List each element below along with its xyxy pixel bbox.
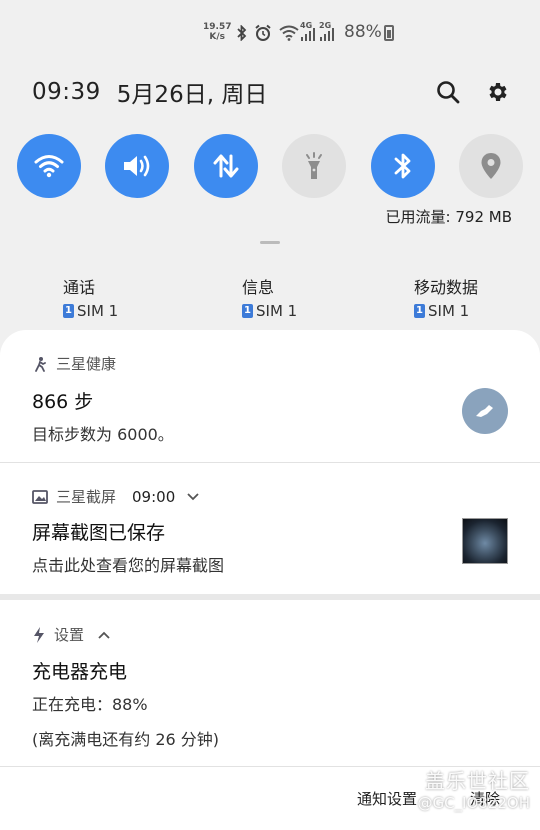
location-pin-icon [481, 153, 501, 179]
notification-title: 866 步 [32, 391, 94, 413]
signal-icon [301, 28, 315, 41]
watermark-line-1: 盖乐世社区 [425, 769, 530, 793]
notification-body: 正在充电：88% [32, 695, 148, 714]
sim-pref-mobile-data[interactable]: 移动数据 1 SIM 1 [414, 274, 478, 320]
quick-panel-header: 09:39 5月26日, 周日 [32, 76, 510, 108]
charging-bolt-icon [34, 626, 44, 643]
header-actions [436, 80, 510, 104]
shoe-icon [462, 388, 508, 434]
notification-body: 目标步数为 6000。 [32, 425, 174, 444]
sim-pref-value: SIM 1 [428, 302, 470, 320]
notification-body-secondary: (离充满电还有约 26 分钟) [32, 730, 220, 749]
sound-toggle[interactable] [105, 134, 170, 198]
sim-pref-value: SIM 1 [256, 302, 298, 320]
notification-panel: 三星健康 866 步 目标步数为 6000。 三星截屏 09:00 屏幕截图已保… [0, 330, 540, 830]
signal-icon-2 [320, 28, 334, 41]
bluetooth-icon [237, 25, 247, 41]
wifi-toggle[interactable] [17, 134, 81, 198]
wifi-icon [34, 155, 64, 178]
image-icon [32, 489, 48, 504]
notification-app-name: 三星截屏 [56, 488, 117, 506]
sim-badge-icon: 1 [63, 304, 74, 318]
notification-app-name: 设置 [54, 626, 85, 644]
chevron-down-icon[interactable] [187, 492, 199, 501]
net-speed: 19.57 K/s [203, 22, 232, 42]
notification-title: 充电器充电 [32, 661, 128, 683]
watermark: 盖乐世社区 @GC_IO822OH [417, 765, 530, 812]
health-runner-icon [35, 356, 46, 372]
notification-settings-button[interactable]: 通知设置 [357, 788, 417, 809]
bluetooth-toggle[interactable] [370, 134, 435, 198]
gear-icon[interactable] [486, 80, 510, 104]
alarm-icon [255, 24, 271, 41]
data-transfer-icon [213, 154, 239, 178]
sim-pref-title: 通话 [63, 278, 96, 297]
notification-body: 点击此处查看您的屏幕截图 [32, 556, 225, 575]
bluetooth-icon [394, 153, 410, 179]
sim-pref-title: 移动数据 [414, 278, 479, 297]
wifi-icon [279, 25, 299, 41]
sim-pref-messages[interactable]: 信息 1 SIM 1 [242, 274, 297, 320]
quick-toggles [17, 134, 523, 198]
battery-percent: 88% [344, 22, 382, 42]
notification-app-name: 三星健康 [56, 355, 117, 373]
notification-time: 09:00 [132, 487, 176, 506]
sim-pref-title: 信息 [242, 278, 275, 297]
sim-badge-icon: 1 [414, 304, 425, 318]
screenshot-thumbnail[interactable] [462, 518, 508, 564]
data-usage-label: 已用流量: 792 MB [385, 208, 512, 226]
flashlight-icon [306, 152, 323, 179]
sim-pref-calls[interactable]: 通话 1 SIM 1 [63, 274, 118, 320]
notification-health[interactable]: 三星健康 866 步 目标步数为 6000。 [0, 330, 540, 462]
search-icon[interactable] [436, 80, 460, 104]
sim-badge-icon: 1 [242, 304, 253, 318]
notification-charging[interactable]: 设置 充电器充电 正在充电：88% (离充满电还有约 26 分钟) [0, 600, 540, 766]
notification-title: 屏幕截图已保存 [32, 522, 166, 544]
date-label[interactable]: 5月26日, 周日 [117, 75, 268, 109]
chevron-up-icon[interactable] [98, 631, 110, 639]
drag-handle[interactable] [260, 241, 280, 244]
volume-icon [124, 155, 150, 177]
watermark-line-2: @GC_IO822OH [417, 794, 530, 812]
sim-pref-value: SIM 1 [77, 302, 119, 320]
battery-charging-icon [384, 25, 394, 41]
flashlight-toggle[interactable] [282, 134, 347, 198]
mobile-data-toggle[interactable] [193, 134, 258, 198]
notification-screenshot[interactable]: 三星截屏 09:00 屏幕截图已保存 点击此处查看您的屏幕截图 [0, 463, 540, 594]
location-toggle[interactable] [458, 134, 523, 198]
clock[interactable]: 09:39 [32, 79, 101, 105]
sim-preferences: 通话 1 SIM 1 信息 1 SIM 1 移动数据 1 SIM 1 [0, 274, 540, 320]
